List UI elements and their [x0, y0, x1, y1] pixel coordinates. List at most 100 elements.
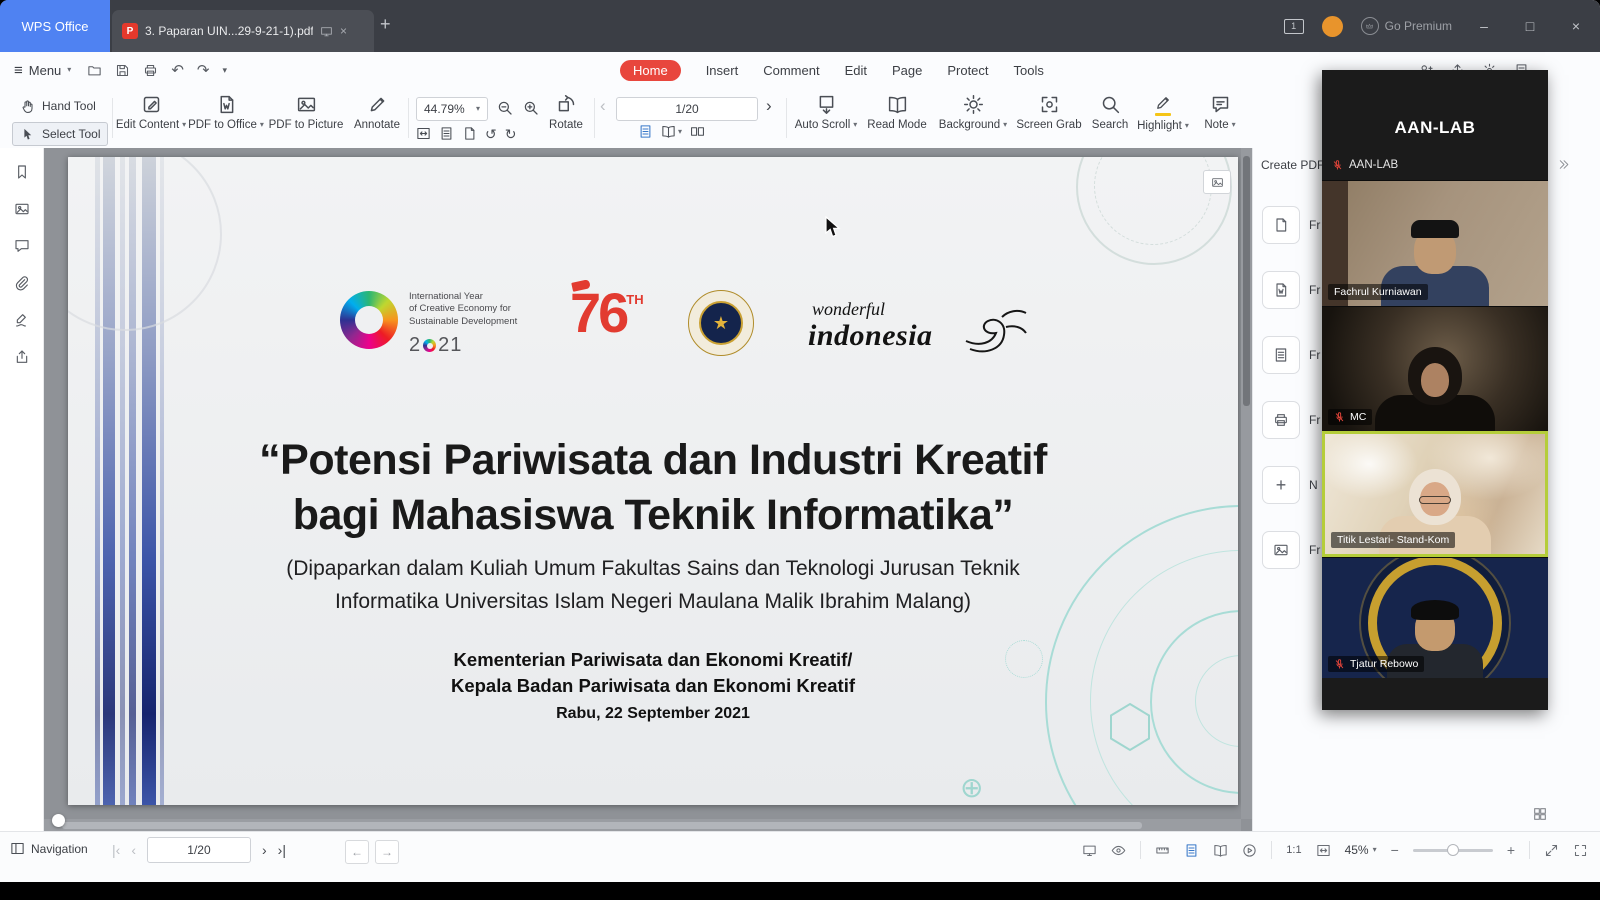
zoom-level-select[interactable]: 45% ▾ — [1345, 843, 1377, 857]
participant-video[interactable]: MC — [1322, 306, 1548, 431]
vertical-scrollbar[interactable] — [1241, 148, 1252, 819]
print-icon[interactable] — [143, 63, 158, 78]
zoom-in-icon[interactable] — [522, 99, 540, 117]
zoom-out-button[interactable]: − — [1391, 843, 1399, 857]
fit-width-icon[interactable] — [1316, 843, 1331, 858]
fullscreen-icon[interactable] — [1573, 843, 1588, 858]
screen-grab-button[interactable]: Screen Grab — [1012, 94, 1086, 131]
next-page-icon[interactable]: › — [766, 97, 772, 114]
next-page-button[interactable]: › — [262, 843, 267, 857]
boards-icon[interactable]: 1 — [1284, 19, 1304, 34]
previous-page-icon[interactable]: ‹ — [600, 97, 606, 114]
wps-home-tab[interactable]: WPS Office — [0, 0, 110, 52]
fit-page-icon[interactable] — [439, 126, 454, 141]
edit-content-button[interactable]: Edit Content▾ — [118, 94, 184, 131]
slide-title: “Potensi Pariwisata dan Industri Kreatif… — [118, 433, 1188, 542]
tab-insert[interactable]: Insert — [706, 63, 739, 78]
export-panel-icon[interactable] — [14, 349, 30, 365]
close-window-button[interactable]: × — [1562, 19, 1590, 33]
zoom-meeting-panel[interactable]: AAN-LAB AAN-LAB Fachrul Kurniawan MC Tit… — [1322, 70, 1548, 710]
bookmarks-panel-icon[interactable] — [14, 164, 30, 180]
forward-view-button[interactable]: → — [375, 840, 399, 864]
page-image-tool-button[interactable] — [1203, 170, 1231, 194]
background-button[interactable]: Background▾ — [936, 94, 1010, 131]
two-page-view-button[interactable]: ▾ — [661, 124, 682, 139]
account-avatar[interactable] — [1322, 16, 1343, 37]
open-file-icon[interactable] — [87, 63, 102, 78]
page-indicator-input[interactable]: 1/20 — [616, 97, 758, 121]
highlight-button[interactable]: Highlight▾ — [1132, 94, 1194, 132]
single-page-view-icon[interactable] — [1184, 843, 1199, 858]
continuous-view-icon[interactable] — [690, 124, 705, 139]
customize-toolbar-icon[interactable]: ▾ — [222, 66, 227, 75]
preview-eye-icon[interactable] — [1111, 843, 1126, 858]
measure-ruler-icon[interactable] — [1155, 843, 1170, 858]
tab-home[interactable]: Home — [620, 60, 681, 81]
thumbnails-panel-icon[interactable] — [14, 201, 30, 217]
two-page-view-icon[interactable] — [1213, 843, 1228, 858]
zoom-level-select[interactable]: 44.79% ▾ — [416, 97, 488, 121]
scrollbar-thumb[interactable] — [62, 822, 1142, 829]
pdf-to-picture-button[interactable]: PDF to Picture — [266, 94, 346, 131]
comments-panel-icon[interactable] — [14, 238, 30, 254]
zoom-in-button[interactable]: + — [1507, 843, 1515, 857]
reading-layout-icon[interactable] — [1082, 843, 1097, 858]
zoom-out-icon[interactable] — [496, 99, 514, 117]
search-button[interactable]: Search — [1086, 94, 1134, 131]
statusbar: Navigation |‹ ‹ 1/20 › ›| ← → 1:1 45% — [0, 831, 1600, 882]
rotate-button[interactable]: Rotate — [540, 94, 592, 131]
redo-icon[interactable]: ↷ — [197, 63, 210, 78]
hand-tool-button[interactable]: Hand Tool — [12, 94, 108, 118]
tab-page[interactable]: Page — [892, 63, 922, 78]
note-button[interactable]: Note▾ — [1196, 94, 1244, 131]
rotate-right-icon[interactable]: ↻ — [505, 127, 517, 141]
back-view-button[interactable]: ← — [345, 840, 369, 864]
chevron-down-icon: ▾ — [678, 128, 682, 136]
select-tool-button[interactable]: Select Tool — [12, 122, 108, 146]
attachments-panel-icon[interactable] — [14, 275, 30, 291]
pdf-viewport[interactable]: ⊕ International Year of Creative Economy… — [44, 148, 1252, 832]
minimize-button[interactable]: – — [1470, 19, 1498, 33]
actual-size-icon[interactable] — [416, 126, 431, 141]
signature-panel-icon[interactable] — [14, 312, 30, 328]
tab-protect[interactable]: Protect — [947, 63, 988, 78]
pdf-to-office-button[interactable]: PDF to Office▾ — [188, 94, 264, 131]
single-page-view-icon[interactable] — [638, 124, 653, 139]
actual-size-button[interactable]: 1:1 — [1286, 845, 1301, 856]
page-number-input[interactable]: 1/20 — [147, 837, 251, 863]
rotate-left-icon[interactable]: ↺ — [485, 127, 497, 141]
fit-width-icon[interactable] — [462, 126, 477, 141]
iycesd-text: Sustainable Development — [409, 316, 517, 328]
zoom-slider[interactable] — [1413, 849, 1493, 852]
first-page-button[interactable]: |‹ — [112, 843, 120, 857]
participant-video[interactable]: Tjatur Rebowo — [1322, 557, 1548, 678]
read-mode-label: Read Mode — [867, 119, 926, 131]
tab-tools[interactable]: Tools — [1014, 63, 1044, 78]
close-tab-icon[interactable]: × — [340, 25, 347, 37]
navigation-button[interactable]: Navigation — [10, 841, 88, 856]
auto-scroll-button[interactable]: Auto Scroll▾ — [792, 94, 860, 131]
document-tab[interactable]: P 3. Paparan UIN...29-9-21-1).pdf × — [112, 10, 374, 52]
menu-button[interactable]: ≡ Menu ▾ — [14, 63, 71, 78]
scrollbar-thumb[interactable] — [1243, 156, 1250, 406]
annotate-button[interactable]: Annotate — [348, 94, 406, 131]
go-premium-button[interactable]: Go Premium — [1361, 17, 1452, 35]
participant-video-active-speaker[interactable]: Titik Lestari- Stand-Kom — [1322, 431, 1548, 557]
tab-edit[interactable]: Edit — [845, 63, 867, 78]
tab-comment[interactable]: Comment — [763, 63, 819, 78]
last-page-button[interactable]: ›| — [278, 843, 286, 857]
save-icon[interactable] — [115, 63, 130, 78]
slide-org-line2: Kepala Badan Pariwisata dan Ekonomi Krea… — [128, 673, 1178, 699]
undo-icon[interactable]: ↶ — [171, 63, 184, 78]
collapse-panel-icon[interactable] — [1557, 158, 1570, 171]
read-mode-button[interactable]: Read Mode — [862, 94, 932, 131]
previous-page-button[interactable]: ‹ — [131, 843, 136, 857]
new-tab-button[interactable]: + — [380, 15, 391, 33]
participant-video[interactable]: Fachrul Kurniawan — [1322, 180, 1548, 306]
slideshow-play-icon[interactable] — [1242, 843, 1257, 858]
grid-view-icon[interactable] — [1532, 806, 1548, 822]
background-label: Background — [939, 119, 1000, 131]
expand-icon[interactable] — [1544, 843, 1559, 858]
maximize-button[interactable]: □ — [1516, 19, 1544, 33]
zoom-slider-thumb[interactable] — [1447, 844, 1459, 856]
